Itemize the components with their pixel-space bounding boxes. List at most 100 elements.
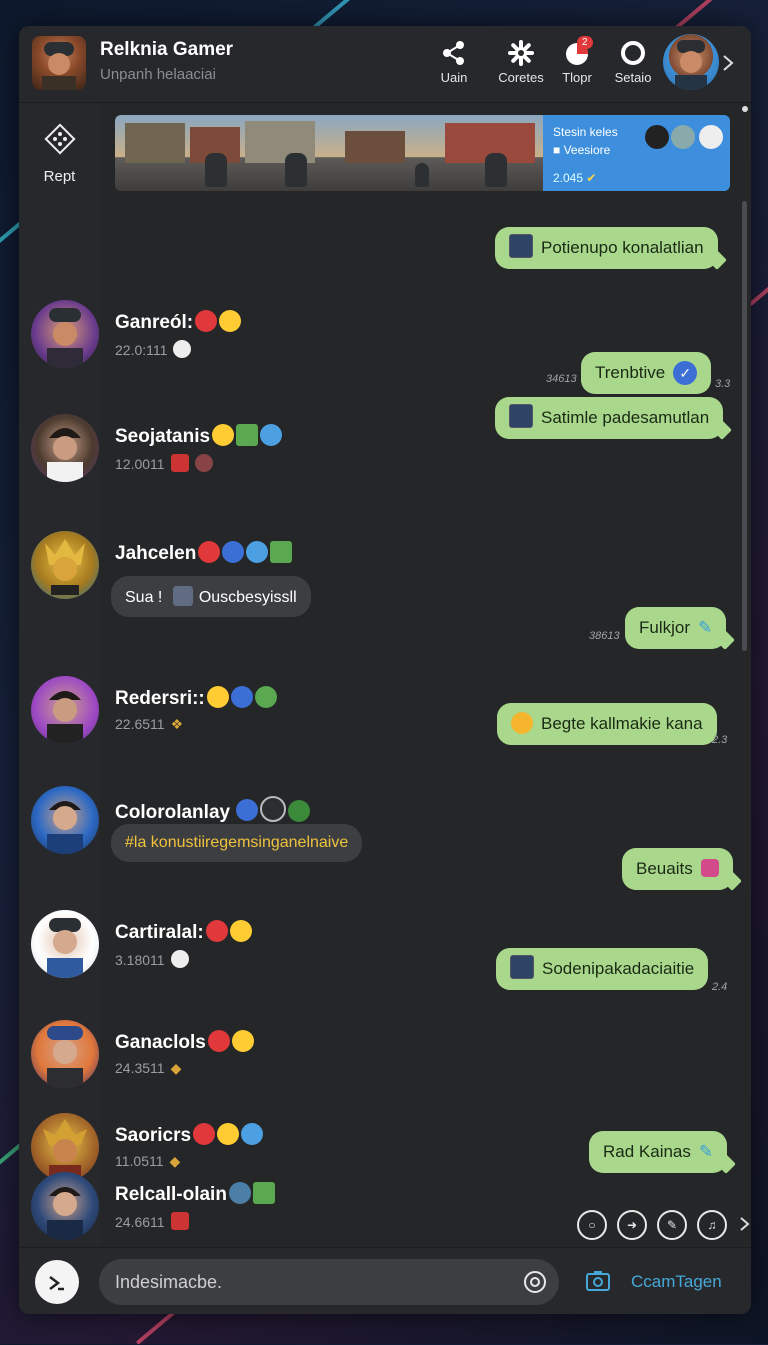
leaf-icon bbox=[254, 686, 277, 708]
notifications-button[interactable]: 2 Tlopr bbox=[547, 36, 607, 85]
outgoing-message[interactable]: Rad Kainas ✎ bbox=[589, 1131, 737, 1174]
avatar[interactable] bbox=[31, 676, 99, 744]
outgoing-message[interactable]: Trenbtive ✓ bbox=[581, 352, 712, 394]
dice-icon bbox=[700, 859, 719, 877]
angry-emoji-icon bbox=[198, 541, 221, 563]
username: Saoricrs bbox=[115, 1123, 264, 1147]
message-bubble[interactable]: #la konustiiregemsinganelnaive bbox=[111, 824, 363, 862]
diamond-report-icon bbox=[43, 123, 76, 155]
avatar[interactable] bbox=[31, 300, 99, 368]
clock-icon bbox=[246, 541, 269, 563]
timestamp: 24.3511 ◆ bbox=[115, 1060, 182, 1076]
star-badge-icon bbox=[236, 799, 259, 821]
message-text: Satimle padesamutlan bbox=[541, 408, 710, 427]
chat-header: Relknia Gamer Unpanh helaaciai Uain Core… bbox=[19, 26, 751, 103]
avatar[interactable] bbox=[31, 1020, 99, 1088]
message-id: 38613 bbox=[589, 630, 620, 642]
notifications-label: Tlopr bbox=[562, 70, 592, 85]
banner-avatar bbox=[671, 125, 695, 149]
ring-icon bbox=[621, 41, 645, 65]
avatar[interactable] bbox=[31, 786, 99, 854]
status-button[interactable]: Setaio bbox=[603, 38, 663, 85]
banner-avatar bbox=[645, 125, 669, 149]
report-button[interactable]: Rept bbox=[19, 121, 100, 185]
avatar[interactable] bbox=[31, 910, 99, 978]
username: Relcall-olain bbox=[115, 1182, 275, 1206]
banner-subtitle: ■ Veesiore bbox=[553, 143, 610, 157]
message-time: 2.3 bbox=[712, 734, 728, 746]
chevron-right-icon[interactable] bbox=[721, 54, 735, 72]
timestamp: 24.6611 bbox=[115, 1212, 189, 1230]
message-text: Trenbtive bbox=[595, 363, 666, 382]
outgoing-message[interactable]: Sodenipakadaciaitie bbox=[496, 948, 709, 990]
chat-window: Relknia Gamer Unpanh helaaciai Uain Core… bbox=[19, 26, 751, 1314]
message-text: Fulkjor bbox=[639, 618, 691, 637]
avatar[interactable] bbox=[31, 1113, 99, 1181]
clock-icon bbox=[241, 1123, 264, 1145]
channel-avatar[interactable] bbox=[32, 36, 86, 90]
report-label: Rept bbox=[43, 168, 76, 185]
smile-emoji-icon bbox=[206, 686, 229, 708]
scrollbar[interactable] bbox=[742, 201, 747, 651]
sun-emoji-icon bbox=[511, 712, 533, 734]
username: Seojatanis bbox=[115, 424, 283, 448]
message-input[interactable] bbox=[99, 1259, 559, 1305]
badge-icon bbox=[173, 340, 192, 358]
pencil-icon: ✎ bbox=[698, 618, 713, 637]
badge-icon bbox=[170, 950, 189, 968]
timestamp: 22.6511 ❖ bbox=[115, 716, 184, 732]
gear-icon bbox=[508, 40, 534, 66]
game-banner[interactable]: Stesin keles ■ Veesiore 2.045 ✔ bbox=[115, 115, 730, 191]
banner-stat-value: 2.045 bbox=[553, 171, 584, 185]
timestamp: 11.0511 ◆ bbox=[115, 1153, 181, 1169]
search-user-icon[interactable]: ○ bbox=[577, 1210, 607, 1240]
clock-icon bbox=[260, 424, 283, 446]
chevron-right-icon[interactable] bbox=[739, 1216, 751, 1232]
gem-icon: ◆ bbox=[170, 1060, 182, 1076]
ball-icon bbox=[194, 454, 213, 472]
outgoing-message[interactable]: Begte kallmakie kana bbox=[497, 703, 717, 745]
outgoing-message[interactable]: Potienupo konalatlian bbox=[495, 227, 727, 270]
banner-info-panel: Stesin keles ■ Veesiore 2.045 ✔ bbox=[543, 115, 730, 191]
soldier-portrait-icon bbox=[42, 42, 76, 90]
globe-icon bbox=[228, 1182, 251, 1204]
expand-arrow-icon bbox=[49, 1276, 64, 1291]
message-text: Rad Kainas bbox=[603, 1142, 691, 1161]
share-button[interactable]: Uain bbox=[424, 38, 484, 85]
notification-badge: 2 bbox=[577, 36, 593, 49]
sticker-icon[interactable] bbox=[523, 1270, 547, 1294]
camera-icon[interactable] bbox=[585, 1268, 611, 1294]
message-bubble[interactable]: Sua ! Ouscbesyissll bbox=[111, 576, 311, 617]
run-icon[interactable]: ➜ bbox=[617, 1210, 647, 1240]
banner-avatar bbox=[699, 125, 723, 149]
star-badge-icon bbox=[230, 686, 253, 708]
thumbnail-icon bbox=[172, 586, 193, 606]
avatar[interactable] bbox=[31, 531, 99, 599]
avatar[interactable] bbox=[31, 414, 99, 482]
edit-icon[interactable]: ✎ bbox=[657, 1210, 687, 1240]
smile-emoji-icon bbox=[217, 1123, 240, 1145]
gem-icon: ◆ bbox=[169, 1153, 181, 1169]
angry-emoji-icon bbox=[207, 1030, 230, 1052]
camera-tag-button[interactable]: CcamTagen bbox=[631, 1272, 722, 1292]
username: Cartiralal: bbox=[115, 920, 252, 944]
outgoing-message[interactable]: Satimle padesamutlan bbox=[495, 397, 733, 440]
decor-streak bbox=[748, 277, 768, 307]
outgoing-message[interactable]: Beuaits bbox=[622, 848, 742, 891]
plant-icon bbox=[270, 541, 293, 563]
outgoing-message[interactable]: Fulkjor ✎ bbox=[625, 607, 736, 650]
timestamp: 22.0:111 bbox=[115, 340, 192, 358]
message-text: Potienupo konalatlian bbox=[541, 238, 704, 257]
actions-button[interactable] bbox=[35, 1260, 79, 1304]
username: Ganaclols bbox=[115, 1030, 254, 1054]
username: Redersri:: bbox=[115, 686, 277, 710]
profile-avatar[interactable] bbox=[663, 34, 719, 90]
chat-subtitle: Unpanh helaaciai bbox=[100, 66, 216, 83]
blue-badge-icon bbox=[222, 541, 245, 563]
message-prefix: Sua ! bbox=[125, 589, 163, 606]
username: Jahcelen bbox=[115, 541, 293, 565]
music-icon[interactable]: ♫ bbox=[697, 1210, 727, 1240]
message-time: 2.4 bbox=[712, 981, 728, 993]
settings-button[interactable]: Coretes bbox=[491, 38, 551, 85]
avatar[interactable] bbox=[31, 1172, 99, 1240]
